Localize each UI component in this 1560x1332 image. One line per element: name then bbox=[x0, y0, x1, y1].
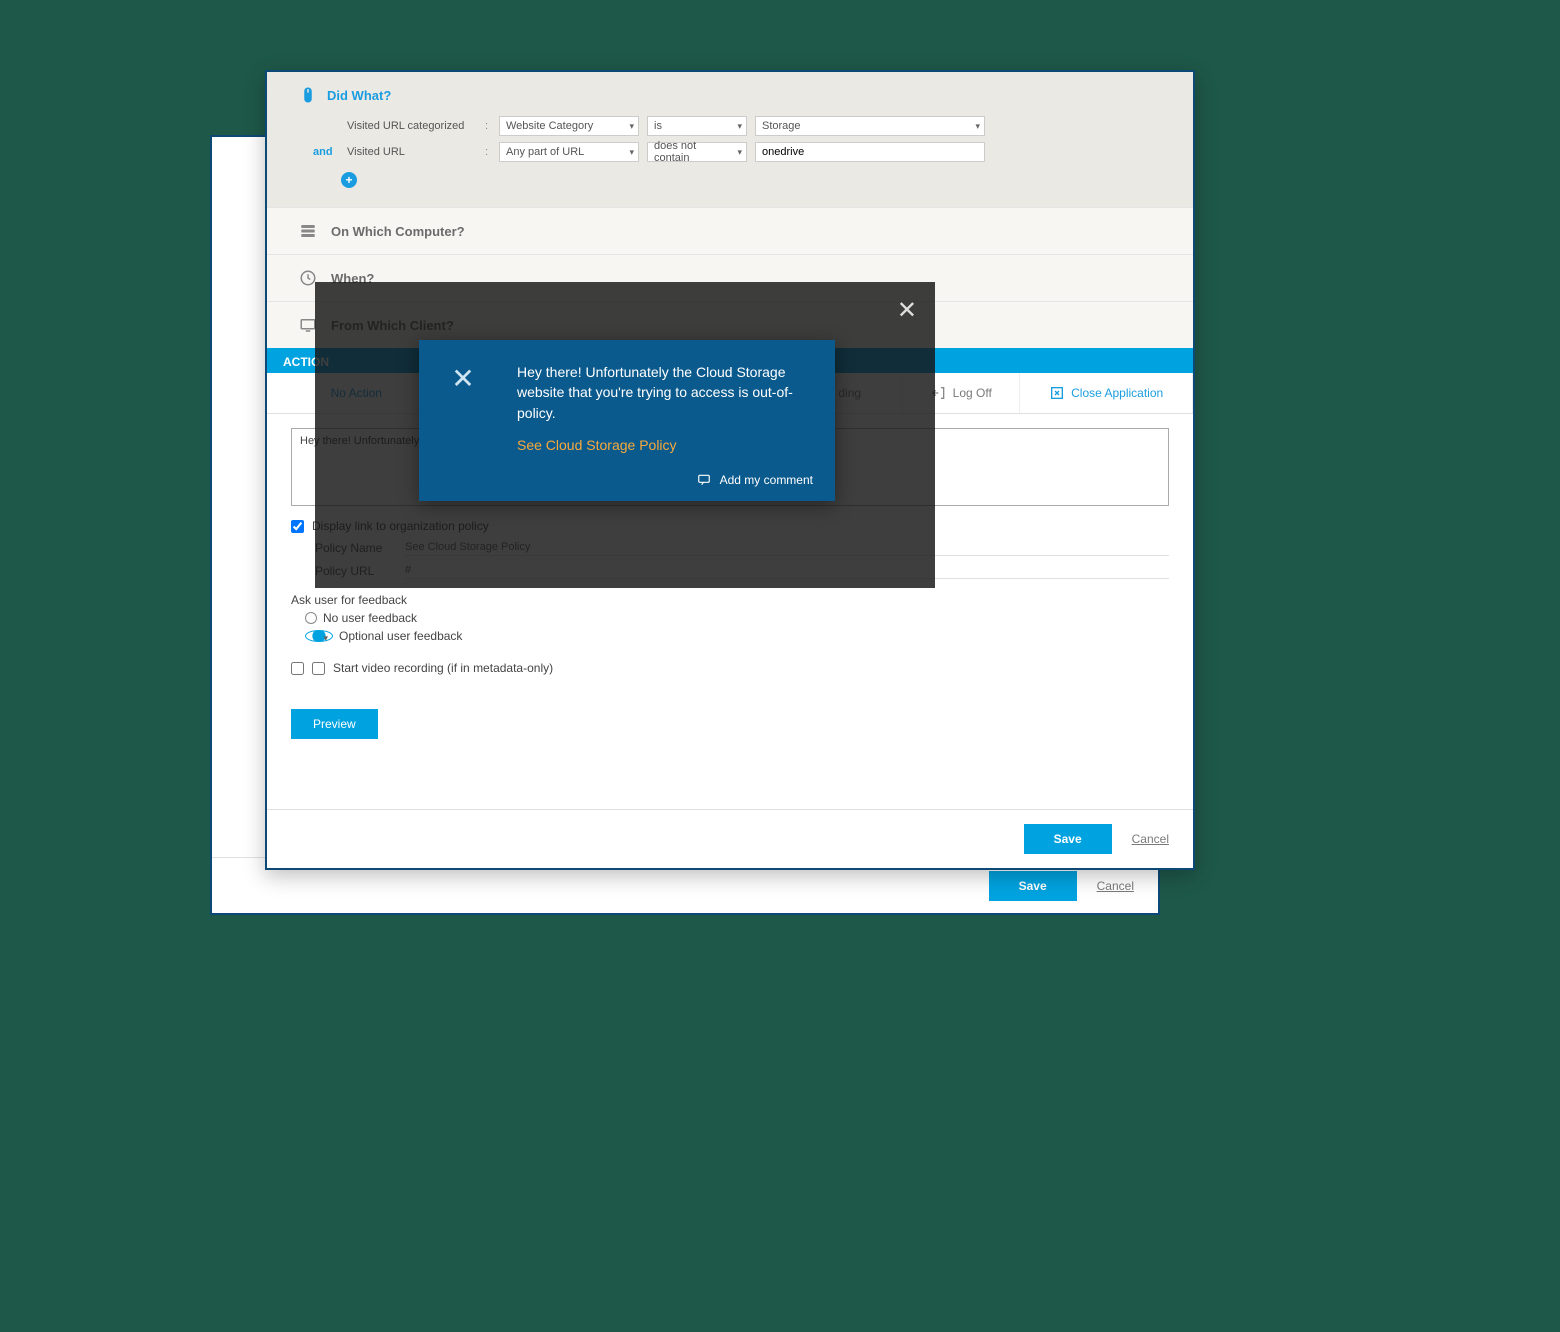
popup-content: Hey there! Unfortunately the Cloud Stora… bbox=[507, 340, 835, 501]
mouse-icon bbox=[299, 86, 317, 104]
radio-optional-feedback-row[interactable]: Optional user feedback bbox=[305, 629, 1169, 643]
condition-row: and Visited URL : Any part of URL does n… bbox=[299, 142, 1173, 162]
condition-row: Visited URL categorized : Website Catego… bbox=[299, 116, 1173, 136]
add-comment-label: Add my comment bbox=[720, 473, 813, 487]
radio-label: Optional user feedback bbox=[339, 629, 462, 643]
radio-icon bbox=[305, 612, 317, 624]
video-recording-row: Start video recording (if in metadata-on… bbox=[291, 661, 1169, 675]
close-icon[interactable]: ✕ bbox=[897, 296, 917, 325]
popup-message: Hey there! Unfortunately the Cloud Stora… bbox=[517, 362, 813, 423]
video-recording-checkbox-2[interactable] bbox=[312, 662, 325, 675]
select-value[interactable]: Storage bbox=[755, 116, 985, 136]
did-what-title: Did What? bbox=[299, 86, 1173, 104]
did-what-section: Did What? Visited URL categorized : Webs… bbox=[267, 72, 1193, 207]
comment-icon bbox=[696, 473, 712, 487]
feedback-section: Ask user for feedback No user feedback O… bbox=[291, 593, 1169, 643]
radio-label: No user feedback bbox=[323, 611, 417, 625]
select-operator[interactable]: is bbox=[647, 116, 747, 136]
cancel-link[interactable]: Cancel bbox=[1132, 832, 1169, 846]
feedback-heading: Ask user for feedback bbox=[291, 593, 1169, 607]
section-label: On Which Computer? bbox=[331, 224, 465, 239]
display-link-checkbox[interactable] bbox=[291, 520, 304, 533]
popup-policy-link[interactable]: See Cloud Storage Policy bbox=[517, 437, 677, 453]
video-recording-checkbox[interactable] bbox=[291, 662, 304, 675]
video-recording-label: Start video recording (if in metadata-on… bbox=[333, 661, 553, 675]
popup-left: ✕ bbox=[419, 340, 507, 501]
did-what-label: Did What? bbox=[327, 88, 391, 103]
main-footer: Save Cancel bbox=[267, 809, 1193, 868]
condition-label: Visited URL categorized bbox=[347, 120, 477, 132]
select-field[interactable]: Any part of URL bbox=[499, 142, 639, 162]
add-comment-row[interactable]: Add my comment bbox=[517, 473, 813, 487]
preview-button[interactable]: Preview bbox=[291, 709, 378, 739]
close-icon[interactable]: ✕ bbox=[451, 362, 474, 395]
save-button-back[interactable]: Save bbox=[989, 871, 1077, 901]
conjunction: and bbox=[313, 146, 339, 158]
tab-close-application[interactable]: Close Application bbox=[1020, 373, 1193, 413]
condition-label: Visited URL bbox=[347, 146, 477, 158]
text-value-input[interactable] bbox=[755, 142, 985, 162]
server-icon bbox=[299, 222, 317, 240]
close-app-icon bbox=[1049, 385, 1065, 401]
on-which-computer-section[interactable]: On Which Computer? bbox=[267, 207, 1193, 254]
cancel-link-back[interactable]: Cancel bbox=[1097, 879, 1134, 893]
save-button[interactable]: Save bbox=[1024, 824, 1112, 854]
select-field[interactable]: Website Category bbox=[499, 116, 639, 136]
select-operator[interactable]: does not contain bbox=[647, 142, 747, 162]
radio-icon bbox=[305, 630, 333, 642]
add-condition-button[interactable]: + bbox=[341, 172, 357, 188]
radio-no-feedback-row[interactable]: No user feedback bbox=[305, 611, 1169, 625]
notification-popup: ✕ Hey there! Unfortunately the Cloud Sto… bbox=[419, 340, 835, 501]
